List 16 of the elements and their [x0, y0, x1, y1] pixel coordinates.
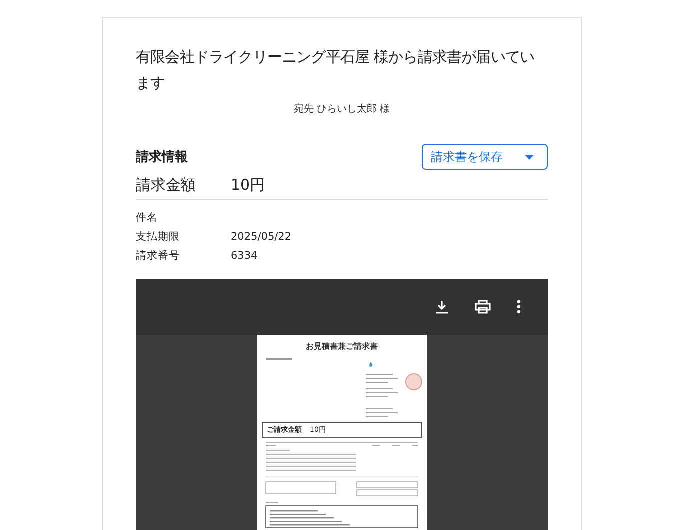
recipient-text: 宛先 ひらいし太郎 様 [292, 102, 392, 116]
amount-label: 請求金額 [136, 176, 197, 195]
detail-label: 支払期限 [136, 230, 181, 244]
detail-value: 2025/05/22 [231, 230, 292, 242]
section-title: 請求情報 [136, 149, 188, 166]
document-title: お見積書兼ご請求書 [305, 341, 379, 352]
amount-value: 10円 [231, 176, 266, 195]
message-heading: 有限会社ドライクリーニング平石屋 様から請求書が届いています [136, 47, 536, 94]
detail-label: 件名 [136, 210, 159, 224]
detail-label: 請求番号 [136, 248, 181, 262]
more-icon[interactable] [517, 300, 521, 314]
detail-value: 6334 [231, 250, 258, 262]
save-invoice-button[interactable]: 請求書を保存 [422, 144, 548, 170]
caret-icon [525, 154, 534, 160]
print-icon[interactable] [475, 300, 491, 314]
download-icon[interactable] [435, 300, 449, 314]
